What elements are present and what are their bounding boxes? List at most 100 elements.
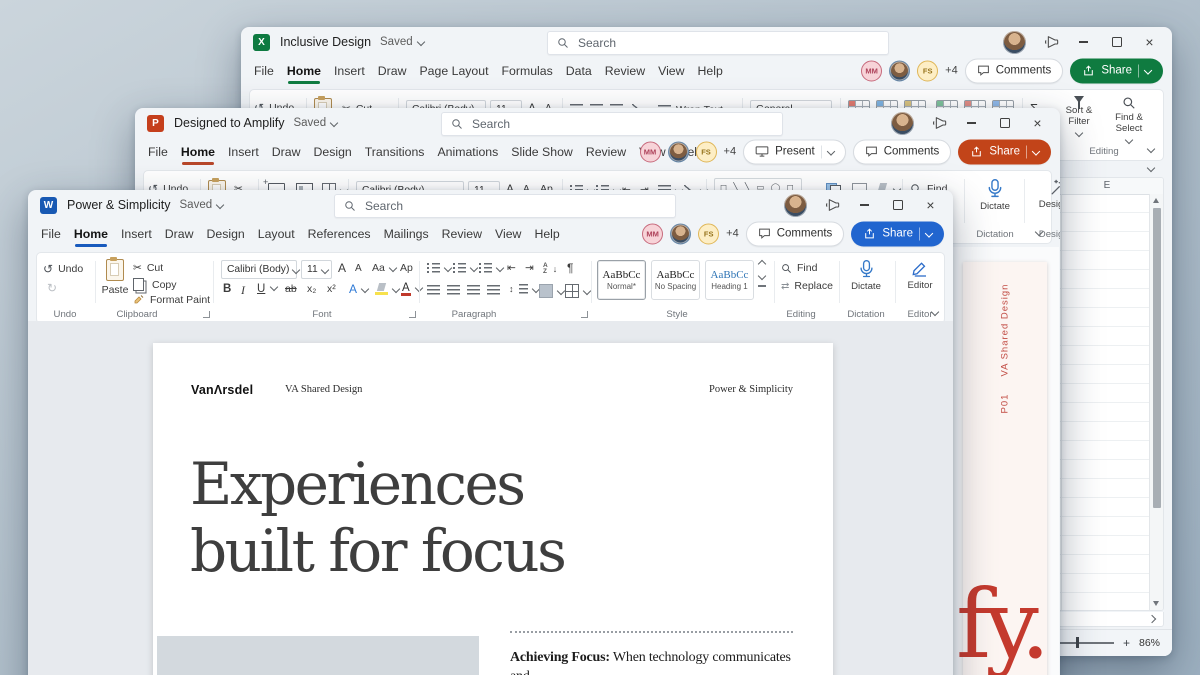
line-spacing-button[interactable]: ↕ xyxy=(509,284,540,294)
format-painter-button[interactable]: Format Paint xyxy=(133,294,210,306)
style-card-no-spacing[interactable]: AaBbCc No Spacing xyxy=(651,260,700,300)
dialog-launcher-icon[interactable] xyxy=(203,311,210,318)
italic-button[interactable]: I xyxy=(241,283,245,298)
dialog-launcher-icon[interactable] xyxy=(581,311,588,318)
feedback-megaphone-icon[interactable] xyxy=(815,190,848,220)
scroll-right-icon[interactable] xyxy=(1147,614,1157,624)
decrease-indent-button[interactable]: ⇤ xyxy=(507,262,516,274)
text-effects-button[interactable]: A xyxy=(349,282,370,296)
menu-tab[interactable]: Formulas xyxy=(502,64,553,78)
clear-formatting-button[interactable]: Ap xyxy=(400,262,413,274)
avatar[interactable]: FS xyxy=(698,223,720,244)
avatar-overflow-count[interactable]: +4 xyxy=(724,146,737,158)
show-formatting-button[interactable]: ¶ xyxy=(567,261,573,275)
menu-tab[interactable]: Animations xyxy=(437,145,498,159)
zoom-in-icon[interactable]: + xyxy=(1123,636,1130,650)
word-user-avatar[interactable] xyxy=(784,193,807,217)
powerpoint-save-status[interactable]: Saved xyxy=(293,117,339,129)
align-right-button[interactable] xyxy=(467,285,480,295)
powerpoint-close-button[interactable]: × xyxy=(1021,108,1054,138)
highlight-button[interactable] xyxy=(375,283,401,295)
feedback-megaphone-icon[interactable] xyxy=(922,108,955,138)
word-maximize-button[interactable] xyxy=(881,190,914,220)
strikethrough-button[interactable]: ab xyxy=(285,283,297,295)
sort-filter-button[interactable]: Sort & Filter xyxy=(1056,96,1102,138)
redo-button[interactable]: ↻ xyxy=(47,281,57,295)
comments-button[interactable]: Comments xyxy=(964,58,1064,83)
find-button[interactable]: Find xyxy=(781,262,817,274)
align-center-button[interactable] xyxy=(447,285,460,295)
word-save-status[interactable]: Saved xyxy=(180,199,225,211)
vertical-scrollbar[interactable] xyxy=(1149,194,1163,610)
menu-tab[interactable]: Help xyxy=(698,64,723,78)
editor-button[interactable]: Editor xyxy=(899,259,941,292)
menu-tab[interactable]: Insert xyxy=(334,64,365,78)
underline-options[interactable] xyxy=(269,282,279,292)
dictate-button[interactable]: Dictate xyxy=(972,178,1018,213)
word-minimize-button[interactable] xyxy=(848,190,881,220)
excel-maximize-button[interactable] xyxy=(1100,27,1133,57)
zoom-slider-handle[interactable] xyxy=(1075,637,1080,649)
scrollbar-thumb[interactable] xyxy=(1152,208,1161,508)
menu-tab[interactable]: File xyxy=(254,64,274,78)
avatar-overflow-count[interactable]: +4 xyxy=(726,228,739,240)
feedback-megaphone-icon[interactable] xyxy=(1034,27,1067,57)
menu-tab[interactable]: Draw xyxy=(378,64,407,78)
menu-tab[interactable]: Insert xyxy=(121,227,152,241)
word-search-input[interactable] xyxy=(363,198,666,214)
menu-tab[interactable]: Review xyxy=(586,145,626,159)
comments-button[interactable]: Comments xyxy=(745,221,845,246)
avatar[interactable]: FS xyxy=(917,60,939,81)
excel-save-status[interactable]: Saved xyxy=(380,36,425,48)
present-button[interactable]: Present xyxy=(743,139,846,164)
share-button[interactable]: Share xyxy=(1070,58,1163,83)
menu-tab-home[interactable]: Home xyxy=(74,227,108,247)
menu-tab[interactable]: Data xyxy=(566,64,592,78)
shading-button[interactable] xyxy=(539,284,566,298)
excel-search-input[interactable] xyxy=(576,35,879,51)
share-button[interactable]: Share xyxy=(958,139,1051,164)
menu-tab[interactable]: View xyxy=(495,227,521,241)
designer-button[interactable]: Designer xyxy=(1032,178,1060,211)
dictate-button[interactable]: Dictate xyxy=(845,259,887,293)
styles-gallery-scroll[interactable] xyxy=(757,259,767,287)
sort-button[interactable]: A Z ↓ xyxy=(543,262,557,275)
scroll-down-icon[interactable] xyxy=(757,271,767,281)
menu-tab[interactable]: Page Layout xyxy=(419,64,488,78)
menu-tab[interactable]: Mailings xyxy=(384,227,429,241)
scroll-up-icon[interactable] xyxy=(1153,198,1159,203)
scroll-up-icon[interactable] xyxy=(757,259,767,269)
font-name-select[interactable]: Calibri (Body) xyxy=(221,260,301,279)
align-left-button[interactable] xyxy=(427,285,440,295)
copy-button[interactable]: Copy xyxy=(133,278,177,291)
undo-button[interactable]: ↺Undo xyxy=(43,262,83,276)
avatar[interactable] xyxy=(889,60,911,81)
word-close-button[interactable]: × xyxy=(914,190,947,220)
chevron-down-icon[interactable] xyxy=(1146,163,1156,173)
powerpoint-search-input[interactable] xyxy=(470,116,773,132)
menu-tab[interactable]: Review xyxy=(442,227,482,241)
avatar[interactable]: FS xyxy=(695,141,717,162)
powerpoint-maximize-button[interactable] xyxy=(988,108,1021,138)
style-card-normal[interactable]: AaBbCc Normal* xyxy=(597,260,646,300)
menu-tab[interactable]: Slide Show xyxy=(511,145,573,159)
menu-tab[interactable]: File xyxy=(41,227,61,241)
replace-button[interactable]: ⇄ Replace xyxy=(781,280,833,292)
menu-tab[interactable]: Review xyxy=(605,64,645,78)
paste-button[interactable]: Paste xyxy=(99,257,131,296)
menu-tab-home[interactable]: Home xyxy=(287,64,321,84)
dialog-launcher-icon[interactable] xyxy=(409,311,416,318)
bullets-button[interactable] xyxy=(427,263,453,273)
excel-close-button[interactable]: × xyxy=(1133,27,1166,57)
powerpoint-user-avatar[interactable] xyxy=(891,111,914,135)
menu-tab[interactable]: File xyxy=(148,145,168,159)
numbering-button[interactable] xyxy=(453,263,479,273)
menu-tab[interactable]: View xyxy=(658,64,684,78)
menu-tab[interactable]: Draw xyxy=(272,145,301,159)
superscript-button[interactable]: x² xyxy=(327,283,336,295)
bold-button[interactable]: B xyxy=(223,283,231,295)
menu-tab[interactable]: Design xyxy=(206,227,244,241)
style-card-heading1[interactable]: AaBbCc Heading 1 xyxy=(705,260,754,300)
borders-button[interactable] xyxy=(565,284,592,298)
find-select-button[interactable]: Find & Select xyxy=(1106,96,1152,145)
